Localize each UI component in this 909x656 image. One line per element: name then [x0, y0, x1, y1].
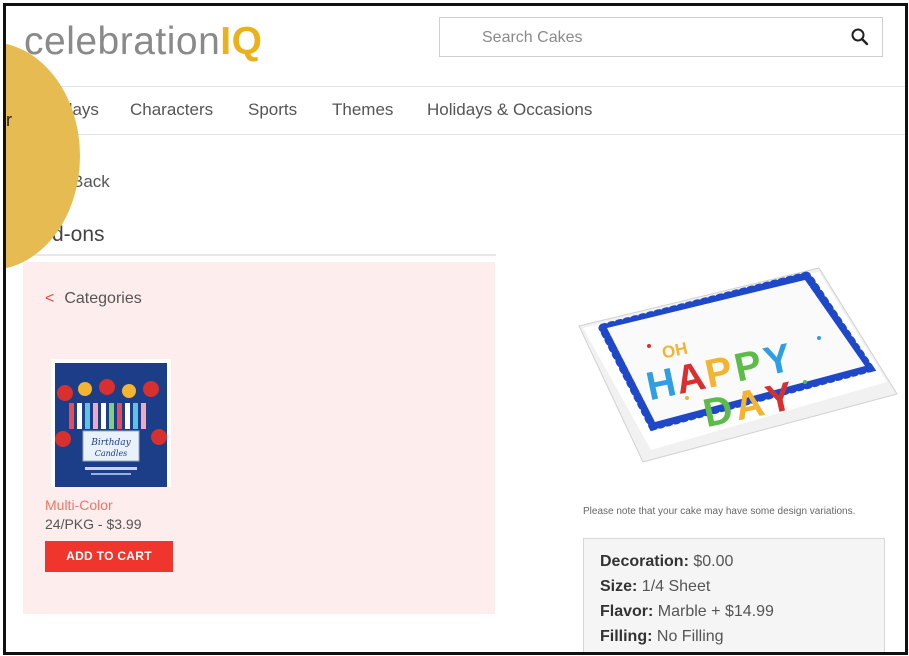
flavor-label: Flavor:	[600, 603, 654, 620]
size-row: Size: 1/4 Sheet	[600, 578, 710, 596]
flavor-value: Marble + $14.99	[657, 603, 774, 620]
nav-item-themes[interactable]: Themes	[332, 100, 393, 120]
section-divider	[6, 254, 496, 256]
celebrationiq-logo[interactable]: celebrationIQ	[24, 20, 262, 64]
svg-text:Candles: Candles	[95, 449, 128, 458]
decoration-row: Decoration: $0.00	[600, 553, 733, 571]
logo-accent-text: IQ	[220, 20, 263, 63]
search-icon[interactable]	[850, 27, 870, 47]
cake-design-note: Please note that your cake may have some…	[583, 506, 856, 517]
size-label: Size:	[600, 578, 638, 595]
filling-value: No Filling	[656, 628, 724, 645]
categories-link[interactable]: < Categories	[45, 290, 142, 308]
chevron-left-icon: <	[45, 290, 55, 307]
filling-label: Filling:	[600, 628, 653, 645]
order-details-box: Decoration: $0.00 Size: 1/4 Sheet Flavor…	[583, 538, 885, 652]
categories-label: Categories	[64, 290, 142, 307]
candle-package-art: Birthday Candles	[55, 363, 167, 487]
size-value: 1/4 Sheet	[641, 578, 711, 595]
overlay-circle-text: r	[6, 110, 12, 130]
filling-row: Filling: No Filling	[600, 628, 724, 646]
decoration-label: Decoration:	[600, 553, 689, 570]
nav-item-sports[interactable]: Sports	[248, 100, 297, 120]
search-input[interactable]: Search Cakes	[482, 29, 583, 47]
site-header: celebrationIQ Search Cakes	[6, 6, 905, 87]
category-nav: days Characters Sports Themes Holidays &…	[6, 86, 905, 135]
flavor-row: Flavor: Marble + $14.99	[600, 603, 774, 621]
add-to-cart-button[interactable]: ADD TO CART	[45, 541, 173, 572]
addons-panel: < Categories Birthday Candles Multi-Colo…	[23, 262, 495, 614]
product-name[interactable]: Multi-Color	[45, 497, 113, 513]
cake-image: OH H A P P Y D A Y	[578, 267, 898, 463]
search-box[interactable]: Search Cakes	[439, 17, 883, 57]
candle-package-image: Birthday Candles	[55, 363, 167, 487]
app-frame: celebrationIQ Search Cakes days Characte…	[3, 3, 908, 655]
product-thumbnail[interactable]: Birthday Candles	[51, 359, 171, 487]
logo-main-text: celebration	[24, 20, 221, 63]
nav-item-holidays-occasions[interactable]: Holidays & Occasions	[427, 100, 592, 120]
decoration-value: $0.00	[693, 553, 734, 570]
svg-text:Birthday: Birthday	[90, 438, 131, 448]
nav-item-characters[interactable]: Characters	[130, 100, 213, 120]
product-price: 24/PKG - $3.99	[45, 516, 142, 532]
